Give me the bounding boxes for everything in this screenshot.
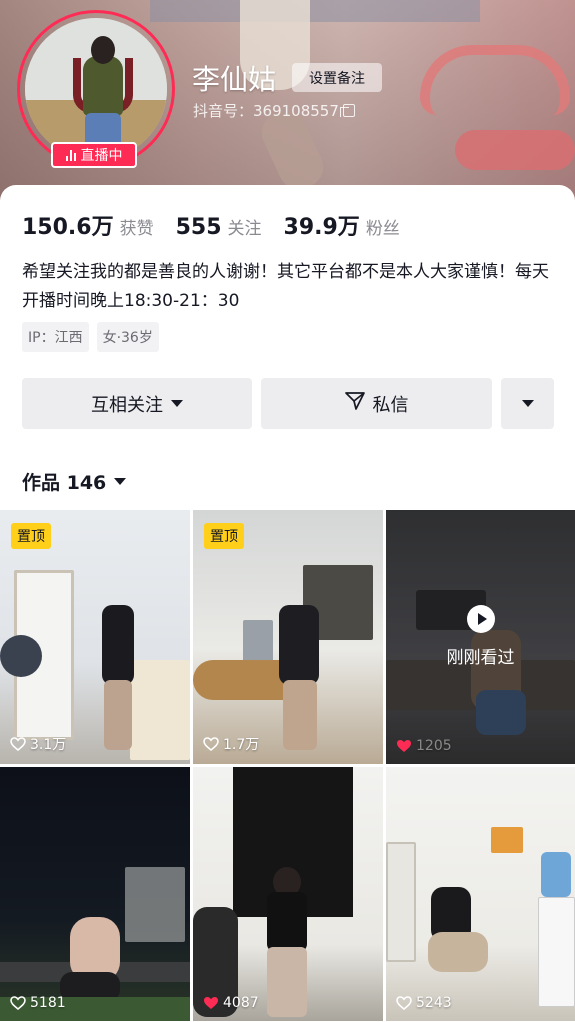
caret-down-icon	[114, 478, 127, 485]
video-thumbnail	[193, 767, 383, 1021]
caret-down-icon	[521, 400, 534, 407]
like-count-value: 4087	[223, 995, 259, 1011]
stat-value: 39.9万	[283, 215, 360, 240]
stat-value: 150.6万	[22, 215, 114, 240]
profile-stats: 150.6万 获赞 555 关注 39.9万 粉丝	[22, 209, 422, 241]
heart-outline-icon	[203, 737, 219, 751]
profile-nickname: 李仙姑	[192, 63, 277, 96]
like-count-value: 5181	[30, 995, 66, 1011]
video-tile[interactable]: 置顶 3.1万	[0, 510, 190, 764]
live-badge[interactable]: 直播中	[51, 142, 137, 168]
profile-bio: 希望关注我的都是善良的人谢谢！其它平台都不是本人大家谨慎！每天开播时间晚上18:…	[22, 262, 549, 311]
banner-background	[150, 0, 480, 22]
gender-age-tag: 女·36岁	[96, 322, 159, 352]
profile-tags: IP：江西 女·36岁	[22, 322, 159, 352]
profile-banner: 直播中 李仙姑 设置备注 抖音号：369108557	[0, 0, 575, 200]
pinned-badge: 置顶	[11, 523, 51, 549]
heart-filled-icon	[203, 996, 219, 1010]
works-tab[interactable]: 作品 146	[22, 468, 127, 495]
set-remark-button[interactable]: 设置备注	[292, 63, 382, 92]
works-count-label: 作品 146	[22, 472, 107, 494]
message-button[interactable]: 私信	[261, 378, 492, 429]
mutual-follow-button[interactable]: 互相关注	[22, 378, 252, 429]
like-count-value: 5243	[416, 995, 452, 1011]
play-icon	[467, 605, 495, 633]
video-tile[interactable]: 4087	[193, 767, 383, 1021]
like-count: 5243	[396, 995, 452, 1011]
recently-watched-label: 刚刚看过	[446, 648, 515, 668]
video-tile[interactable]: 5243	[386, 767, 575, 1021]
paper-plane-icon	[344, 392, 365, 415]
video-tile[interactable]: 5181	[0, 767, 190, 1021]
avatar-image	[25, 18, 167, 160]
like-count: 3.1万	[10, 734, 66, 754]
ip-location-tag: IP：江西	[22, 322, 89, 352]
video-tile[interactable]: 置顶 1.7万	[193, 510, 383, 764]
like-count: 1.7万	[203, 734, 259, 754]
like-count: 1205	[396, 738, 452, 754]
video-thumbnail	[386, 767, 575, 1021]
copy-icon[interactable]	[339, 104, 355, 117]
stat-likes[interactable]: 150.6万 获赞	[22, 209, 154, 241]
profile-card: 150.6万 获赞 555 关注 39.9万 粉丝 希望关注我的都是善良的人谢谢…	[0, 185, 575, 1022]
stat-label: 粉丝	[365, 219, 400, 239]
heart-outline-icon	[10, 996, 26, 1010]
stat-followers[interactable]: 39.9万 粉丝	[284, 209, 400, 241]
mutual-follow-label: 互相关注	[91, 394, 163, 416]
like-count: 4087	[203, 995, 259, 1011]
live-bars-icon	[65, 149, 76, 161]
douyin-id[interactable]: 抖音号：369108557	[193, 100, 355, 121]
heart-outline-icon	[10, 737, 26, 751]
message-label: 私信	[372, 394, 409, 416]
live-badge-label: 直播中	[80, 148, 123, 164]
video-thumbnail	[0, 767, 190, 1021]
video-thumbnail	[386, 510, 575, 764]
heart-filled-icon	[396, 739, 412, 753]
more-options-button[interactable]	[501, 378, 554, 429]
caret-down-icon	[171, 400, 183, 407]
like-count-value: 1205	[416, 738, 452, 754]
like-count: 5181	[10, 995, 66, 1011]
stat-label: 关注	[227, 219, 262, 239]
stat-value: 555	[175, 215, 222, 240]
stat-label: 获赞	[119, 219, 154, 239]
like-count-value: 3.1万	[30, 737, 67, 753]
like-count-value: 1.7万	[223, 737, 260, 753]
stat-following[interactable]: 555 关注	[176, 214, 262, 240]
heart-outline-icon	[396, 996, 412, 1010]
douyin-id-text: 抖音号：369108557	[193, 102, 339, 120]
video-tile[interactable]: 刚刚看过 1205	[386, 510, 575, 764]
pinned-badge: 置顶	[204, 523, 244, 549]
